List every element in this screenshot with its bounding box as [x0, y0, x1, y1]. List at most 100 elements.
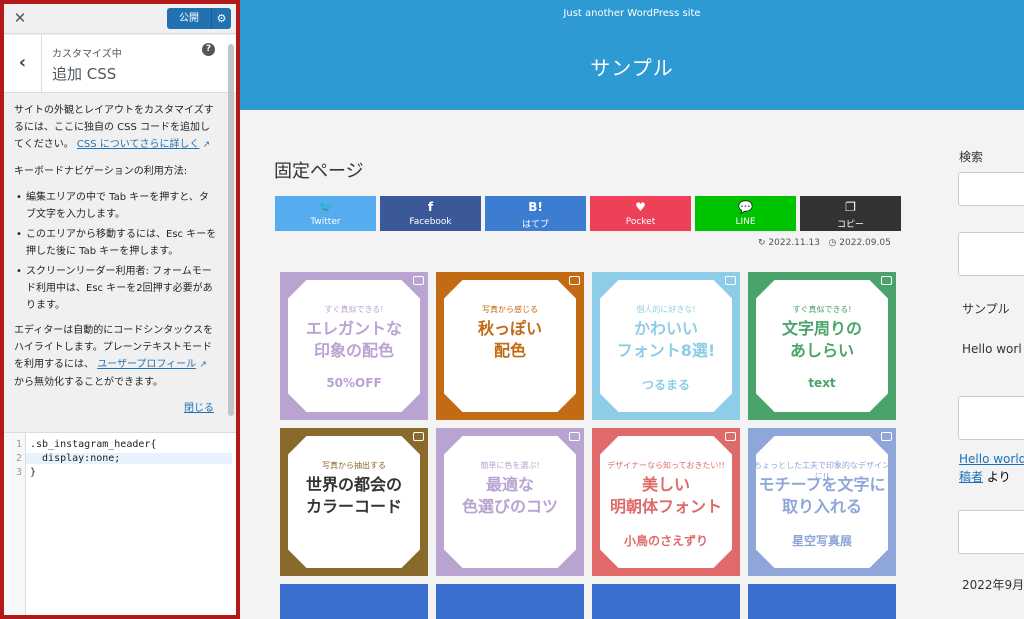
- tile-title: 最適な 色選びのコツ: [461, 475, 558, 516]
- post-dates: ↻ 2022.11.13 ◷ 2022.09.05: [758, 238, 891, 248]
- instagram-post-tile[interactable]: すぐ真似できる! 文字周りの あしらい text: [748, 272, 896, 420]
- scrollbar[interactable]: [228, 44, 234, 416]
- share-icon: ❐: [845, 200, 856, 214]
- external-link-icon: ↗: [202, 140, 211, 150]
- share-label: Facebook: [409, 217, 452, 227]
- gallery-icon: [725, 276, 736, 285]
- line-number: 3: [15, 467, 22, 478]
- instagram-post-tile-partial[interactable]: [748, 584, 896, 619]
- instagram-post-tile[interactable]: 個人的に好きな! かわいい フォント8選! つるまる: [592, 272, 740, 420]
- share-icon: B!: [528, 200, 543, 214]
- share-button-facebook[interactable]: f Facebook: [380, 196, 481, 231]
- comment-author-link[interactable]: 稿者: [959, 470, 983, 484]
- tile-caption: text: [808, 376, 836, 390]
- share-icon: ♥: [635, 200, 646, 214]
- tile-subtitle: 写真から感じる: [482, 305, 538, 314]
- widget-title: サンプル: [962, 302, 1010, 316]
- clock-icon: ◷: [828, 238, 837, 248]
- share-label: Pocket: [625, 217, 656, 227]
- list-item: スクリーンリーダー利用者: フォームモード利用中は、Esc キーを2回押す必要が…: [14, 263, 218, 314]
- tile-subtitle: すぐ真似できる!: [792, 305, 852, 314]
- css-learn-more-link[interactable]: CSS についてさらに詳しく: [77, 139, 200, 150]
- user-profile-link[interactable]: ユーザープロフィール: [97, 359, 196, 370]
- line-number: 2: [15, 453, 22, 464]
- widget-box: [958, 396, 1024, 440]
- instagram-post-tile[interactable]: 写真から感じる秋っぽい 配色: [436, 272, 584, 420]
- site-tagline: Just another WordPress site: [563, 8, 701, 19]
- comment-post-link[interactable]: Hello world: [959, 452, 1024, 466]
- instagram-post-tile[interactable]: デザイナーなら知っておきたい!! 美しい 明朝体フォント小鳥のさえずり: [592, 428, 740, 576]
- widget-box: [958, 510, 1024, 554]
- tile-title: エレガントな 印象の配色: [305, 319, 402, 360]
- search-input[interactable]: [958, 172, 1024, 206]
- share-label: LINE: [735, 217, 756, 227]
- instagram-post-tile-partial[interactable]: [280, 584, 428, 619]
- back-button[interactable]: ‹: [4, 35, 42, 93]
- instagram-post-tile[interactable]: 簡単に色を選ぶ! 最適な 色選びのコツ: [436, 428, 584, 576]
- tile-title: モチーフを文字に 取り入れる: [758, 475, 886, 516]
- tile-title: かわいい フォント8選!: [616, 319, 716, 360]
- share-icon: f: [427, 200, 434, 214]
- site-title[interactable]: サンプル: [240, 52, 1024, 81]
- published-date: 2022.09.05: [839, 238, 891, 248]
- css-code-editor[interactable]: 1 .sb_instagram_header{ 2 display:none; …: [4, 432, 236, 615]
- instagram-post-tile[interactable]: 写真から抽出する世界の都会の カラーコード: [280, 428, 428, 576]
- tile-caption: 小鳥のさえずり: [623, 534, 708, 548]
- tile-title: 美しい 明朝体フォント: [609, 475, 722, 516]
- share-button-pocket[interactable]: ♥ Pocket: [590, 196, 691, 231]
- close-description-link[interactable]: 閉じる: [14, 400, 214, 417]
- keyboard-nav-title: キーボードナビゲーションの利用方法:: [14, 166, 188, 177]
- tile-subtitle: 写真から抽出する: [322, 461, 386, 470]
- tile-subtitle: 個人的に好きな!: [636, 305, 696, 314]
- editor-text-end: から無効化することができます。: [14, 377, 163, 388]
- customizer-header: ✕ 公開 ⚙: [4, 4, 236, 34]
- widget-sidebar: 検索 サンプル Hello worl Hello world 稿者 より 202…: [958, 0, 1024, 619]
- share-button-コピー[interactable]: ❐ コピー: [800, 196, 901, 231]
- tile-subtitle: デザイナーなら知っておきたい!!: [607, 461, 725, 470]
- section-header: ‹ カスタマイズ中 追加 CSS ?: [4, 35, 236, 93]
- customizing-label: カスタマイズ中: [52, 49, 122, 60]
- archive-item[interactable]: 2022年9月: [962, 576, 1024, 593]
- instagram-post-tile-partial[interactable]: [436, 584, 584, 619]
- search-label: 検索: [959, 150, 984, 164]
- share-button-はてブ[interactable]: B! はてブ: [485, 196, 586, 231]
- site-preview: Just another WordPress site サンプル 固定ページ 🐦…: [240, 0, 1024, 619]
- instagram-post-tile-partial[interactable]: [592, 584, 740, 619]
- recent-post-text: Hello worl: [962, 342, 1022, 356]
- share-button-line[interactable]: 💬 LINE: [695, 196, 796, 231]
- gear-icon[interactable]: ⚙: [211, 8, 231, 29]
- code-line[interactable]: }: [30, 467, 36, 478]
- instagram-post-tile[interactable]: すぐ真似できる! エレガントな 印象の配色 50%OFF: [280, 272, 428, 420]
- page-heading: 固定ページ: [274, 161, 364, 182]
- code-line[interactable]: .sb_instagram_header{: [30, 439, 156, 450]
- keyboard-nav-list: 編集エリアの中で Tab キーを押すと、タブ文字を入力します。 このエリアから移…: [14, 189, 218, 314]
- gallery-icon: [413, 432, 424, 441]
- list-item: 編集エリアの中で Tab キーを押すと、タブ文字を入力します。: [14, 189, 218, 223]
- updated-icon: ↻: [758, 238, 766, 248]
- tile-caption: 50%OFF: [326, 376, 382, 390]
- share-label: はてブ: [521, 220, 549, 230]
- gallery-icon: [881, 276, 892, 285]
- tile-title: 秋っぽい 配色: [477, 319, 542, 360]
- gallery-icon: [413, 276, 424, 285]
- close-icon[interactable]: ✕: [10, 8, 30, 28]
- editor-paragraph: エディターは自動的にコードシンタックスをハイライトします。プレーンテキストモード…: [14, 322, 218, 391]
- gallery-icon: [569, 432, 580, 441]
- publish-button[interactable]: 公開: [167, 8, 211, 29]
- tile-subtitle: すぐ真似できる!: [324, 305, 384, 314]
- section-description: サイトの外観とレイアウトをカスタマイズするには、ここに独自の CSS コードを追…: [14, 102, 218, 426]
- search-button[interactable]: [958, 232, 1024, 276]
- share-icon: 💬: [738, 200, 753, 214]
- tile-title: 文字周りの あしらい: [781, 319, 862, 360]
- description-paragraph: サイトの外観とレイアウトをカスタマイズするには、ここに独自の CSS コードを追…: [14, 102, 218, 154]
- code-line-active[interactable]: display:none;: [26, 453, 232, 464]
- tile-caption: つるまる: [641, 378, 690, 392]
- help-icon[interactable]: ?: [202, 43, 215, 56]
- list-item: このエリアから移動するには、Esc キーを押した後に Tab キーを押します。: [14, 226, 218, 260]
- comment-author-line: 稿者 より: [959, 468, 1011, 485]
- tile-caption: 星空写真展: [791, 534, 852, 548]
- instagram-post-tile[interactable]: ちょっとした工夫で印象的なデザインに!! モチーフを文字に 取り入れる 星空写真展: [748, 428, 896, 576]
- updated-date: 2022.11.13: [768, 238, 820, 248]
- share-button-twitter[interactable]: 🐦 Twitter: [275, 196, 376, 231]
- tile-title: 世界の都会の カラーコード: [305, 475, 402, 516]
